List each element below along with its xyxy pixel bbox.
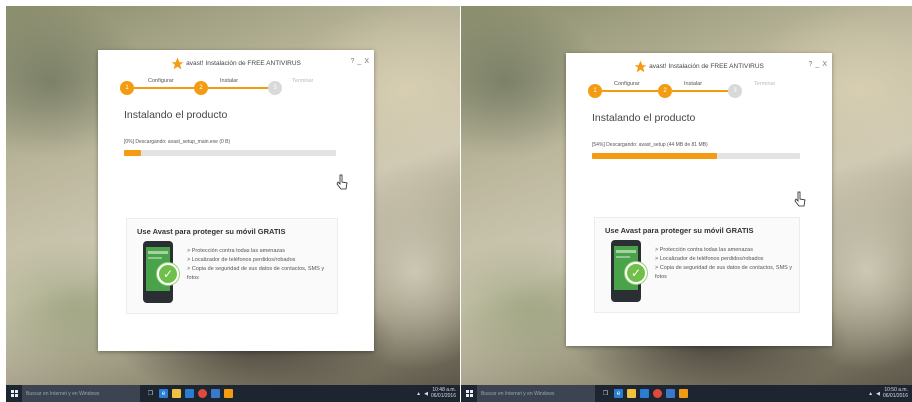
step-3-label: Terminar [292,78,314,84]
promo-feature: > Protección contra todas las amenazas [655,247,753,253]
taskbar-search-box[interactable]: Buscar en Internet y en Windows [477,385,595,402]
clock-date: 06/01/2016 [882,392,908,399]
store-icon[interactable] [640,389,649,398]
help-button[interactable]: ? [351,58,355,65]
mobile-promo-panel: Use Avast para proteger su móvil GRATIS … [126,218,338,314]
window-controls: ? _ X [809,61,827,68]
promo-feature: > Localizador de teléfonos perdidos/roba… [187,257,296,263]
windows-logo-icon [465,390,473,397]
taskbar-apps: ❐ e [146,389,233,398]
brand-label: avast! [649,63,667,70]
step-3-circle: 3 [728,84,742,98]
page-heading: Instalando el producto [592,112,696,124]
windows-logo-icon [10,390,18,397]
step-2-label: Instalar [684,81,703,87]
taskbar-search-box[interactable]: Buscar en Internet y en Windows [22,385,140,402]
step-1-label: Configurar [614,81,640,87]
step-3-circle: 3 [268,81,282,95]
task-view-icon[interactable]: ❐ [601,389,610,398]
title-bar: avast! Instalación de FREE ANTIVIRUS ? _… [98,50,374,77]
step-connector-1 [134,87,194,89]
page-heading: Instalando el producto [124,109,228,121]
step-2-circle: 2 [658,84,672,98]
installer-window: avast! Instalación de FREE ANTIVIRUS ? _… [98,50,374,351]
window-controls: ? _ X [351,58,369,65]
step-2-circle: 2 [194,81,208,95]
avast-taskbar-icon[interactable] [679,389,688,398]
taskbar-apps: ❐ e [601,389,688,398]
mouse-cursor-icon [794,191,806,207]
step-indicator: 1 Configurar 2 Instalar 3 Terminar [588,80,810,108]
step-connector-1 [602,90,658,92]
progress-bar [124,150,336,156]
installer-window: avast! Instalación de FREE ANTIVIRUS ? _… [566,53,832,346]
chrome-icon[interactable] [198,389,207,398]
progress-status-text: [0%] Descargando: avast_setup_main.exe (… [124,139,231,145]
clock[interactable]: 10:50 a.m. 06/01/2016 [882,387,908,399]
system-tray: ▲ ◀ 10:48 a.m. 06/01/2016 [416,387,460,399]
minimize-button[interactable]: _ [815,61,819,68]
system-tray: ▲ ◀ 10:50 a.m. 06/01/2016 [868,387,912,399]
title-label: Instalación de FREE ANTIVIRUS [668,63,764,70]
file-explorer-icon[interactable] [627,389,636,398]
start-button[interactable] [6,385,22,402]
store-icon[interactable] [185,389,194,398]
brand-label: avast! [186,60,204,67]
title-bar: avast! Instalación de FREE ANTIVIRUS ? _… [566,53,832,80]
step-3-label: Terminar [754,81,776,87]
step-connector-2 [672,90,728,92]
volume-icon[interactable]: ◀ [876,391,880,397]
promo-title: Use Avast para proteger su móvil GRATIS [605,226,754,235]
progress-bar-fill [124,150,141,156]
progress-bar-fill [592,153,717,159]
edge-browser-icon[interactable]: e [614,389,623,398]
screenshot-left: avast! Instalación de FREE ANTIVIRUS ? _… [6,6,460,402]
chrome-icon[interactable] [653,389,662,398]
promo-feature-list: > Protección contra todas las amenazas >… [655,246,795,282]
app-icon[interactable] [211,389,220,398]
network-icon[interactable]: ▲ [868,391,873,397]
promo-feature: > Localizador de teléfonos perdidos/roba… [655,256,764,262]
progress-bar [592,153,800,159]
step-1-circle: 1 [588,84,602,98]
promo-title: Use Avast para proteger su móvil GRATIS [137,227,286,236]
network-icon[interactable]: ▲ [416,391,421,397]
screenshot-pair: avast! Instalación de FREE ANTIVIRUS ? _… [0,0,912,402]
volume-icon[interactable]: ◀ [424,391,428,397]
avast-logo-icon [634,60,647,73]
progress-status-text: [54%] Descargando: avast_setup (44 MB de… [592,142,708,148]
start-button[interactable] [461,385,477,402]
promo-feature: > Copia de seguridad de sus datos de con… [187,266,325,281]
minimize-button[interactable]: _ [357,58,361,65]
mobile-promo-panel: Use Avast para proteger su móvil GRATIS … [594,217,800,313]
step-indicator: 1 Configurar 2 Instalar 3 Terminar [120,77,352,105]
app-icon[interactable] [666,389,675,398]
clock-date: 06/01/2016 [430,392,456,399]
step-1-circle: 1 [120,81,134,95]
close-button[interactable]: X [364,58,369,65]
window-title: avast! Instalación de FREE ANTIVIRUS [171,57,301,70]
promo-feature: > Copia de seguridad de sus datos de con… [655,265,793,280]
checkmark-icon: ✓ [157,263,179,285]
taskbar: Buscar en Internet y en Windows ❐ e ▲ ◀ … [461,385,912,402]
title-label: Instalación de FREE ANTIVIRUS [205,60,301,67]
clock[interactable]: 10:48 a.m. 06/01/2016 [430,387,456,399]
avast-taskbar-icon[interactable] [224,389,233,398]
close-button[interactable]: X [822,61,827,68]
promo-feature: > Protección contra todas las amenazas [187,248,285,254]
step-1-label: Configurar [148,78,174,84]
screenshot-right: avast! Instalación de FREE ANTIVIRUS ? _… [461,6,912,402]
promo-feature-list: > Protección contra todas las amenazas >… [187,247,327,283]
taskbar: Buscar en Internet y en Windows ❐ e ▲ ◀ … [6,385,460,402]
checkmark-icon: ✓ [625,262,647,284]
task-view-icon[interactable]: ❐ [146,389,155,398]
help-button[interactable]: ? [809,61,813,68]
step-connector-2 [208,87,268,89]
avast-logo-icon [171,57,184,70]
step-2-label: Instalar [220,78,239,84]
window-title: avast! Instalación de FREE ANTIVIRUS [634,60,764,73]
file-explorer-icon[interactable] [172,389,181,398]
mouse-cursor-icon [336,174,348,190]
edge-browser-icon[interactable]: e [159,389,168,398]
